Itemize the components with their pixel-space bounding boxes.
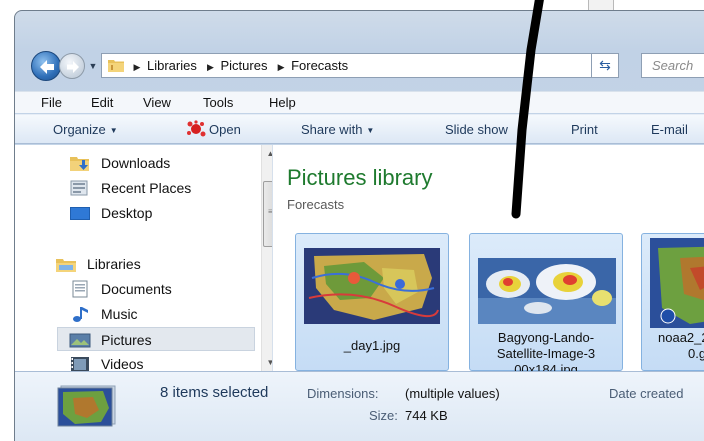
nav-label: Pictures <box>101 332 152 348</box>
nav-label: Libraries <box>87 256 141 272</box>
folder-icon <box>108 60 124 72</box>
dimensions-label: Dimensions: <box>307 386 379 401</box>
file-tile-bagyong-lando[interactable]: Bagyong-Lando- Satellite-Image-3 00x184.… <box>469 233 623 377</box>
file-name-line: 0.g <box>688 346 704 361</box>
size-value: 744 KB <box>405 408 448 423</box>
menu-tools[interactable]: Tools <box>203 92 233 114</box>
organize-label: Organize <box>53 122 106 137</box>
scroll-thumb[interactable]: ≡ <box>263 181 272 247</box>
nav-item-music[interactable]: Music <box>69 302 269 326</box>
nav-item-videos[interactable]: Videos <box>69 352 269 371</box>
back-button[interactable] <box>31 51 61 81</box>
desktop-icon <box>70 207 90 220</box>
breadcrumb-separator-icon[interactable]: ▶ <box>130 56 144 79</box>
menu-bar: File Edit View Tools Help <box>15 91 704 113</box>
forward-arrow-icon <box>67 61 79 73</box>
paint-open-icon <box>187 120 206 137</box>
body-pane: Downloads Recent Places Desktop Librarie… <box>15 145 704 377</box>
open-label: Open <box>209 122 241 137</box>
file-name-line: Bagyong-Lando- <box>497 330 595 345</box>
satellite-image-thumbnail <box>478 258 616 324</box>
file-name: _day1.jpg <box>343 338 401 353</box>
navigation-scrollbar[interactable]: ▲ ≡ ▼ <box>261 145 272 371</box>
forward-button[interactable] <box>59 53 85 79</box>
details-pane: 8 items selected Dimensions: (multiple v… <box>15 371 704 441</box>
navigation-pane: Downloads Recent Places Desktop Librarie… <box>29 145 273 371</box>
selection-count: 8 items selected <box>160 384 269 401</box>
breadcrumb-pictures[interactable]: Pictures <box>217 54 270 77</box>
slideshow-button[interactable]: Slide show <box>445 115 508 145</box>
nav-item-downloads[interactable]: Downloads <box>69 151 269 175</box>
nav-label: Documents <box>101 281 172 297</box>
nav-item-documents[interactable]: Documents <box>69 277 269 301</box>
organize-button[interactable]: Organize ▼ <box>53 115 118 145</box>
file-list-pane: Pictures library Forecasts _day1.jpg Bag… <box>273 145 704 377</box>
nav-item-pictures[interactable]: Pictures <box>57 327 255 351</box>
nav-label: Downloads <box>101 155 171 171</box>
open-button[interactable]: Open <box>185 115 241 145</box>
videos-icon <box>71 357 89 371</box>
menu-file[interactable]: File <box>41 92 62 114</box>
nav-label: Desktop <box>101 205 153 221</box>
command-bar: Organize ▼ Open Share with ▼ Slide show Pr… <box>15 114 704 144</box>
share-with-button[interactable]: Share with ▼ <box>301 115 374 145</box>
menu-edit[interactable]: Edit <box>91 92 113 114</box>
size-label: Size: <box>369 408 398 423</box>
selection-stack-thumbnail <box>57 385 116 427</box>
refresh-icon: ⇆ <box>599 57 611 73</box>
date-created-label: Date created <box>609 386 684 401</box>
dimensions-value: (multiple values) <box>405 386 500 401</box>
breadcrumb: ▶ Libraries ▶ Pictures ▶ Forecasts <box>130 54 351 77</box>
noaa-map-thumbnail <box>650 238 704 328</box>
file-tile-noaa2[interactable]: noaa2_20 0.g <box>641 233 704 371</box>
nav-label: Videos <box>101 356 144 371</box>
file-name: noaa2_20 0.g <box>642 330 704 362</box>
back-arrow-icon <box>40 60 54 74</box>
breadcrumb-separator-icon[interactable]: ▶ <box>203 56 217 79</box>
library-subtitle[interactable]: Forecasts <box>287 197 344 212</box>
scroll-up-icon[interactable]: ▲ <box>262 145 272 162</box>
pictures-icon <box>69 333 91 348</box>
weather-map-thumbnail <box>304 248 440 324</box>
chevron-down-icon: ▼ <box>109 126 118 135</box>
search-input[interactable]: Search <box>641 53 704 78</box>
recent-places-icon <box>70 180 88 196</box>
email-button[interactable]: E-mail <box>651 115 688 145</box>
breadcrumb-forecasts[interactable]: Forecasts <box>288 54 351 77</box>
library-title: Pictures library <box>287 165 433 190</box>
music-icon <box>73 307 88 322</box>
file-tile-day1[interactable]: _day1.jpg <box>295 233 449 371</box>
share-with-label: Share with <box>301 122 363 137</box>
file-name-line: noaa2_20 <box>658 330 704 345</box>
address-row: ▼ ▶Libraries ▶Pictures ▶Forecasts ▼ ⇆ Se… <box>15 49 704 83</box>
nav-item-recent-places[interactable]: Recent Places <box>69 176 269 200</box>
nav-item-desktop[interactable]: Desktop <box>69 201 269 225</box>
refresh-button[interactable]: ⇆ <box>591 53 619 78</box>
nav-item-libraries[interactable]: Libraries <box>55 252 255 276</box>
downloads-folder-icon <box>70 157 89 171</box>
libraries-icon <box>56 259 76 272</box>
breadcrumb-separator-icon[interactable]: ▶ <box>274 56 288 79</box>
recent-pages-dropdown[interactable]: ▼ <box>87 55 99 77</box>
scroll-down-icon[interactable]: ▼ <box>262 354 272 371</box>
address-bar[interactable]: ▶Libraries ▶Pictures ▶Forecasts ▼ <box>101 53 674 78</box>
documents-icon <box>72 280 88 298</box>
menu-view[interactable]: View <box>143 92 171 114</box>
print-button[interactable]: Print <box>571 115 598 145</box>
file-name-line: Satellite-Image-3 <box>496 346 596 361</box>
chevron-down-icon: ▼ <box>366 126 375 135</box>
breadcrumb-libraries[interactable]: Libraries <box>144 54 200 77</box>
nav-label: Music <box>101 306 138 322</box>
nav-label: Recent Places <box>101 180 192 196</box>
explorer-window: ▼ ▶Libraries ▶Pictures ▶Forecasts ▼ ⇆ Se… <box>14 10 704 441</box>
menu-help[interactable]: Help <box>269 92 296 114</box>
